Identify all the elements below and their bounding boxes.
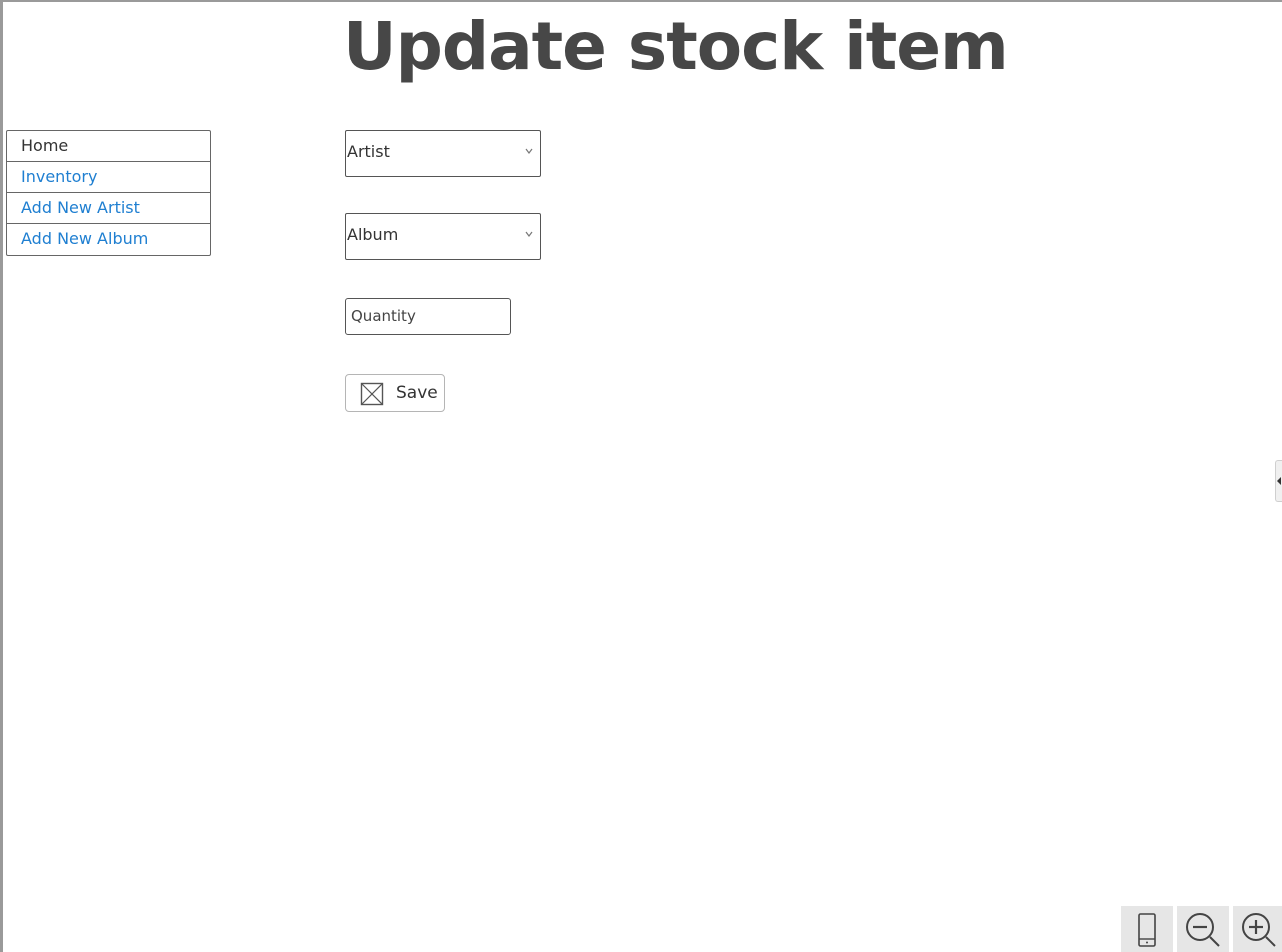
- album-select-value: Album: [347, 225, 399, 244]
- artist-select-value: Artist: [347, 142, 390, 161]
- device-view-button[interactable]: [1121, 906, 1173, 952]
- artist-select[interactable]: Artist: [345, 130, 541, 177]
- nav-item-add-new-artist[interactable]: Add New Artist: [7, 193, 210, 224]
- chevron-down-icon: [525, 148, 533, 154]
- zoom-out-button[interactable]: [1177, 906, 1229, 952]
- device-icon: [1138, 913, 1156, 947]
- zoom-out-icon: [1186, 913, 1220, 947]
- quantity-field: [345, 298, 511, 335]
- quantity-input[interactable]: [351, 301, 501, 331]
- album-select[interactable]: Album: [345, 213, 541, 260]
- nav-item-inventory[interactable]: Inventory: [7, 162, 210, 193]
- save-button-label: Save: [396, 383, 438, 403]
- image-placeholder-icon: [360, 382, 384, 406]
- save-button[interactable]: Save: [345, 374, 445, 412]
- wireframe-canvas: Update stock item Home Inventory Add New…: [0, 0, 1282, 952]
- sidebar-nav: Home Inventory Add New Artist Add New Al…: [6, 130, 211, 256]
- zoom-in-button[interactable]: [1233, 906, 1282, 952]
- nav-item-add-new-album[interactable]: Add New Album: [7, 224, 210, 255]
- nav-item-home[interactable]: Home: [7, 131, 210, 162]
- zoom-toolbar: [1121, 906, 1282, 952]
- panel-toggle-button[interactable]: [1275, 460, 1282, 502]
- zoom-in-icon: [1242, 913, 1276, 947]
- chevron-down-icon: [525, 231, 533, 237]
- page-title: Update stock item: [343, 8, 1009, 85]
- chevron-left-icon: [1277, 477, 1281, 485]
